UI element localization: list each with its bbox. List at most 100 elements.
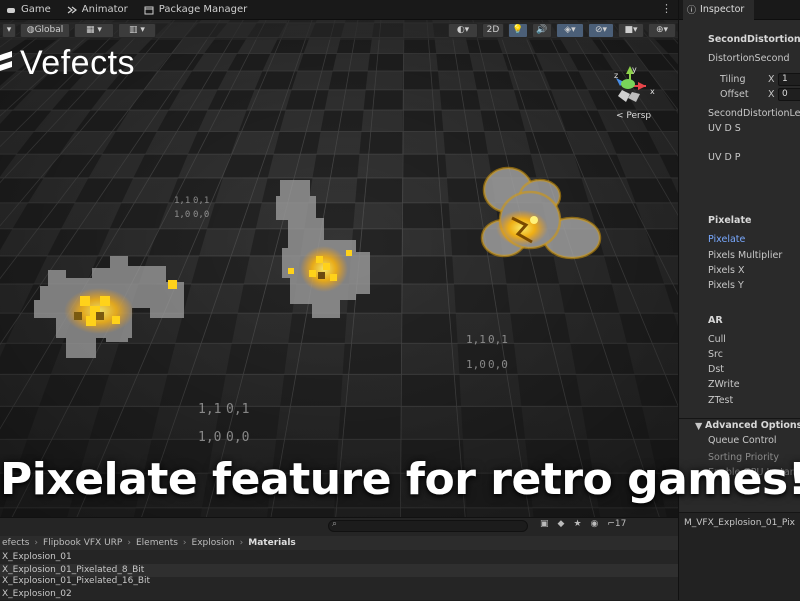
- offset-x-label: X: [768, 89, 775, 100]
- vefects-logo-mark-icon: [0, 50, 12, 71]
- prop-dst[interactable]: Dst: [708, 364, 724, 375]
- eye-slash-icon: ⊘▾: [594, 25, 608, 35]
- gizmo-x-label: x: [650, 87, 655, 96]
- breadcrumb-separator: ›: [239, 538, 244, 548]
- mode-2d-label: 2D: [486, 25, 500, 35]
- floor-label: 1,1: [466, 333, 486, 346]
- tab-inspector[interactable]: ⓘ Inspector: [683, 0, 755, 20]
- prop-uv-d-s[interactable]: UV D S: [708, 123, 741, 134]
- prop-distortion-second[interactable]: DistortionSecond: [708, 53, 790, 64]
- floor-label: 0,0: [226, 430, 250, 445]
- prop-ztest[interactable]: ZTest: [708, 395, 733, 406]
- floor-label: 1,0: [198, 430, 222, 445]
- animator-icon: [67, 5, 77, 15]
- scene-toolbar: ▾ ◍ Global ▦ ▾ ▥ ▾ ◐▾ 2D 💡 🔊 ◈▾ ⊘▾ ■▾ ⊕▾: [0, 20, 678, 40]
- floor-label: 0,1: [488, 333, 508, 346]
- prop-pixelate[interactable]: Pixelate: [708, 234, 745, 245]
- gizmos-button[interactable]: ⊕▾: [648, 22, 676, 38]
- floor-label: 1,0: [174, 210, 191, 220]
- logo-text: Vefects: [20, 44, 136, 82]
- grid-icon: ▦ ▾: [86, 25, 102, 35]
- breadcrumb-separator: ›: [34, 538, 39, 548]
- editor-tab-bar: Game Animator Package Manager ⋮: [0, 0, 678, 20]
- perspective-toggle[interactable]: < Persp: [616, 111, 651, 121]
- prop-cull[interactable]: Cull: [708, 334, 726, 345]
- floor-label: 0,0: [488, 358, 508, 371]
- prop-second-distortion-lerp[interactable]: SecondDistortionLerp: [708, 108, 800, 119]
- inspector-divider: [679, 418, 800, 419]
- breadcrumb-current[interactable]: Materials: [248, 538, 295, 548]
- project-panel: ⌕ ▣ ◆ ★ ◉ ⌐17 efects › Flipbook VFX URP › …: [0, 517, 678, 600]
- tab-inspector-label: Inspector: [700, 4, 745, 15]
- breadcrumb: efects › Flipbook VFX URP › Elements › Expl…: [0, 536, 678, 550]
- tab-animator-label: Animator: [81, 4, 128, 15]
- prop-pixels-x[interactable]: Pixels X: [708, 265, 744, 276]
- headline-caption: Pixelate feature for retro games!: [0, 454, 800, 505]
- prop-uv-d-p[interactable]: UV D P: [708, 152, 741, 163]
- prop-src[interactable]: Src: [708, 349, 723, 360]
- inspector-tab-bar: ⓘ Inspector: [679, 0, 800, 20]
- tab-game-label: Game: [21, 4, 51, 15]
- vefects-logo: Vefects: [0, 44, 135, 83]
- pivot-toggle-button[interactable]: ▾: [2, 22, 16, 38]
- section-pixelate[interactable]: Pixelate: [708, 215, 751, 226]
- list-item[interactable]: X_Explosion_01: [0, 551, 678, 564]
- section-second-distortion[interactable]: SecondDistortion: [708, 34, 800, 45]
- floor-label: 1,1: [174, 196, 191, 206]
- prop-zwrite[interactable]: ZWrite: [708, 379, 740, 390]
- global-toggle-button[interactable]: ◍ Global: [20, 22, 70, 38]
- tab-animator[interactable]: Animator: [61, 0, 138, 20]
- info-icon: ⓘ: [687, 6, 697, 16]
- tiling-x-label: X: [768, 74, 775, 85]
- floor-label: 1,1: [198, 402, 222, 417]
- prop-offset: Offset: [720, 89, 749, 100]
- audio-toggle-button[interactable]: 🔊: [532, 22, 552, 38]
- floor-label: 0,0: [193, 210, 210, 220]
- breadcrumb-separator: ›: [182, 538, 187, 548]
- gizmo-z-label: z: [614, 71, 618, 80]
- prop-tiling: Tiling: [720, 74, 746, 85]
- snap-icon: ▥ ▾: [129, 25, 145, 35]
- breadcrumb-item[interactable]: efects: [2, 538, 29, 548]
- sphere-icon: ◐▾: [456, 25, 470, 35]
- visibility-toggle-button[interactable]: ⊘▾: [588, 22, 614, 38]
- breadcrumb-separator: ›: [127, 538, 131, 548]
- gizmo-globe-icon: ⊕▾: [655, 25, 669, 35]
- mode-2d-button[interactable]: 2D: [482, 22, 504, 38]
- gizmo-y-label: y: [632, 65, 637, 74]
- scene-floor-grid: [0, 20, 678, 517]
- tiling-x-field[interactable]: 1: [778, 73, 800, 86]
- globe-icon: ◍: [26, 25, 35, 35]
- tab-package-manager-label: Package Manager: [158, 4, 248, 15]
- floor-label: 0,1: [193, 196, 210, 206]
- material-preview-panel: M_VFX_Explosion_01_Pix: [679, 512, 800, 600]
- lighting-toggle-button[interactable]: 💡: [508, 22, 528, 38]
- tab-menu-icon[interactable]: ⋮: [661, 2, 672, 15]
- tab-game[interactable]: Game: [0, 0, 61, 20]
- lightbulb-icon: 💡: [512, 25, 524, 35]
- package-icon: [144, 5, 154, 15]
- prop-queue-control[interactable]: Queue Control: [708, 435, 777, 446]
- camera-settings-button[interactable]: ■▾: [618, 22, 644, 38]
- list-item[interactable]: X_Explosion_02: [0, 588, 678, 601]
- increment-snap-button[interactable]: ▥ ▾: [118, 22, 156, 38]
- speaker-icon: 🔊: [536, 25, 548, 35]
- breadcrumb-item[interactable]: Explosion: [192, 538, 235, 548]
- breadcrumb-item[interactable]: Flipbook VFX URP: [43, 538, 122, 548]
- section-ar[interactable]: AR: [708, 315, 723, 326]
- layers-icon: ◈▾: [564, 25, 576, 35]
- scene-view[interactable]: 1,1 0,1 1,0 0,0 1,1 0,1 1,0 0,0 1,1 0,1 …: [0, 20, 678, 517]
- shading-mode-button[interactable]: ◐▾: [448, 22, 478, 38]
- game-icon: [6, 5, 16, 15]
- section-advanced-options[interactable]: Advanced Options: [705, 420, 800, 431]
- foldout-triangle-icon[interactable]: ▼: [695, 421, 702, 432]
- prop-pixels-y[interactable]: Pixels Y: [708, 280, 744, 291]
- offset-x-field[interactable]: 0: [778, 88, 800, 101]
- camera-icon: ■▾: [624, 25, 638, 35]
- tab-package-manager[interactable]: Package Manager: [138, 0, 257, 20]
- list-item[interactable]: X_Explosion_01_Pixelated_16_Bit: [0, 575, 678, 588]
- effects-toggle-button[interactable]: ◈▾: [556, 22, 584, 38]
- grid-snap-button[interactable]: ▦ ▾: [74, 22, 114, 38]
- prop-pixels-multiplier[interactable]: Pixels Multiplier: [708, 250, 782, 261]
- breadcrumb-item[interactable]: Elements: [136, 538, 178, 548]
